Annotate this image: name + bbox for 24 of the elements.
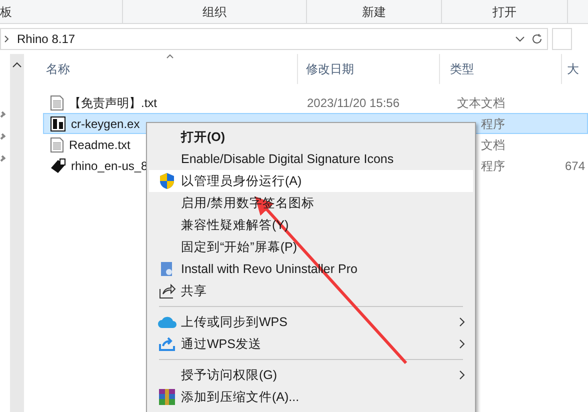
menu-item-label: 共享 <box>181 282 207 300</box>
ribbon-group-label: 打开 <box>492 4 516 20</box>
menu-item-label: 上传或同步到WPS <box>181 314 288 331</box>
file-type: 程序 <box>481 116 505 132</box>
menu-item-label: 通过WPS发送 <box>181 336 262 353</box>
file-type: 文本文档 <box>457 94 505 112</box>
file-size: 674 <box>565 158 586 172</box>
ribbon-group-label: 新建 <box>362 4 386 20</box>
ribbon-group-label: 组织 <box>202 4 226 20</box>
file-name: rhino_en-us_8 <box>71 158 148 174</box>
file-type: 程序 <box>481 158 505 174</box>
menu-item-label: 固定到“开始”屏幕(P) <box>181 238 297 256</box>
menu-item-label: 添加到压缩文件(A)... <box>181 388 300 406</box>
file-name: Readme.txt <box>69 136 130 154</box>
menu-item-label: 以管理员身份运行(A) <box>181 172 302 190</box>
menu-item-label: 授予访问权限(G) <box>181 366 278 384</box>
file-date: 2023/11/20 15:56 <box>307 96 400 110</box>
address-path: Rhino 8.17 <box>17 31 76 48</box>
file-type: 文档 <box>481 136 505 154</box>
menu-item-label: 打开(O) <box>181 128 226 146</box>
menu-item-label: Enable/Disable Digital Signature Icons <box>181 150 394 168</box>
ribbon-group-label: 板 <box>0 4 12 20</box>
file-name: 【免责声明】.txt <box>69 94 158 112</box>
file-name: cr-keygen.ex <box>71 116 140 132</box>
